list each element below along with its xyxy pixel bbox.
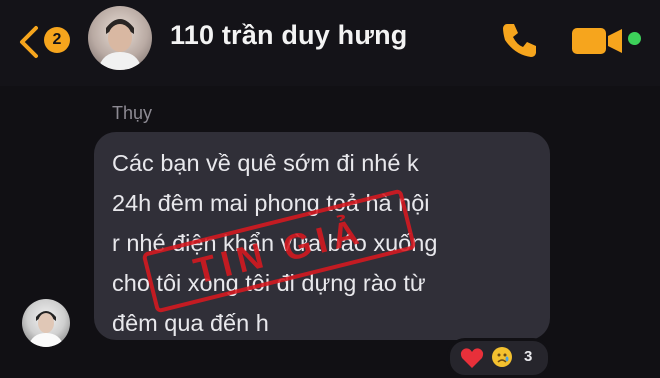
heart-icon	[460, 348, 484, 368]
phone-icon[interactable]	[498, 18, 542, 62]
unread-count-badge[interactable]: 2	[44, 27, 70, 53]
sender-name: Thụy	[112, 103, 153, 123]
contact-avatar[interactable]	[88, 6, 152, 70]
crying-face-icon	[492, 347, 512, 367]
back-chevron-icon[interactable]	[12, 22, 46, 62]
contact-name[interactable]: 110 trần duy hưng	[170, 20, 408, 51]
reactions-pill[interactable]: 3	[447, 338, 551, 378]
reaction-count: 3	[524, 348, 533, 365]
video-camera-icon[interactable]	[570, 24, 624, 58]
chat-header: 2 110 trần duy hưng	[0, 0, 660, 86]
sender-avatar[interactable]	[22, 299, 70, 347]
online-status-dot-icon	[628, 32, 641, 45]
